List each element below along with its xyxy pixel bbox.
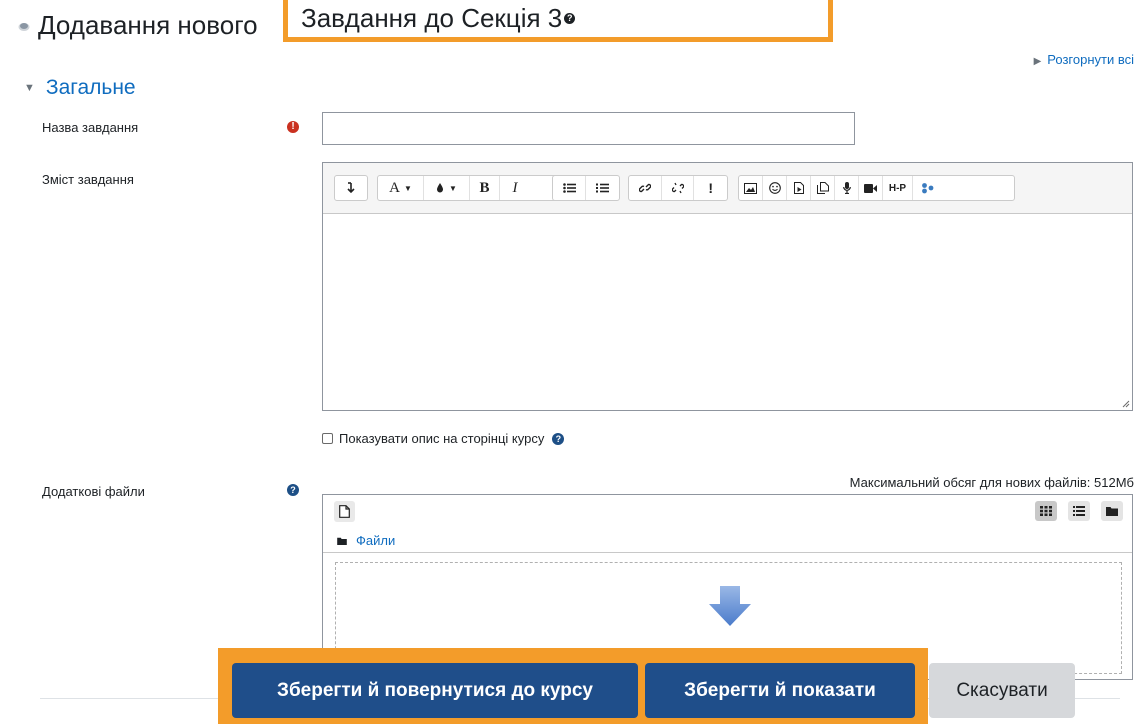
record-video-icon[interactable] <box>859 176 883 200</box>
file-icon <box>339 505 350 518</box>
toolbar-group-media: H-P <box>738 175 1015 201</box>
triangle-right-icon: ▶ <box>1033 56 1042 67</box>
link-icon[interactable] <box>629 176 662 200</box>
image-icon[interactable] <box>739 176 763 200</box>
manage-files-icon[interactable] <box>811 176 835 200</box>
save-and-display-button[interactable]: Зберегти й показати <box>645 663 915 718</box>
page-title: Додавання нового <box>18 10 258 41</box>
list-icon <box>1073 506 1085 516</box>
grid-icon <box>1040 506 1052 516</box>
font-style-icon[interactable]: A ▼ <box>378 176 424 200</box>
file-manager-toolbar: Файли <box>323 495 1132 553</box>
section-heading: Загальне <box>45 76 136 99</box>
page-title-highlight: Завдання до Секція 3 ? <box>283 0 833 42</box>
view-icons-button[interactable] <box>1035 501 1057 521</box>
screenreader-helper-icon[interactable] <box>913 176 943 200</box>
upload-arrow-icon <box>709 586 751 626</box>
toolbar-group-toggle <box>334 175 368 201</box>
name-label: Назва завдання <box>42 120 139 135</box>
emoji-icon[interactable] <box>763 176 787 200</box>
media-icon[interactable] <box>787 176 811 200</box>
folder-icon <box>1106 507 1118 516</box>
assignment-name-input[interactable] <box>322 112 855 145</box>
description-editor[interactable]: A ▼ ▼ B I ! H-P <box>322 162 1133 411</box>
font-color-icon[interactable]: ▼ <box>424 176 470 200</box>
show-description-checkbox[interactable] <box>322 433 333 444</box>
folder-icon <box>337 537 347 545</box>
expand-all-link[interactable]: ▶ Розгорнути всі <box>1034 52 1134 67</box>
assignment-icon <box>18 22 30 31</box>
required-icon: ! <box>287 121 299 133</box>
caret-down-icon: ▼ <box>24 82 35 94</box>
ordered-list-icon[interactable] <box>586 176 619 200</box>
bold-icon[interactable]: B <box>470 176 500 200</box>
unlink-icon[interactable] <box>662 176 695 200</box>
add-file-button[interactable] <box>334 501 355 522</box>
files-label: Додаткові файли <box>42 484 145 499</box>
toolbar-toggle-icon[interactable] <box>335 176 367 200</box>
section-toggle-general[interactable]: ▼ Загальне <box>24 76 136 100</box>
show-description-label: Показувати опис на сторінці курсу <box>339 431 545 446</box>
toolbar-group-format: A ▼ ▼ B I <box>377 175 563 201</box>
unordered-list-icon[interactable] <box>553 176 586 200</box>
view-list-button[interactable] <box>1068 501 1090 521</box>
help-icon[interactable]: ? <box>564 13 576 24</box>
italic-glyph: I <box>512 179 518 196</box>
editor-toolbar: A ▼ ▼ B I ! H-P <box>323 163 1132 214</box>
h5p-icon[interactable]: H-P <box>883 176 913 200</box>
page-title-prefix: Додавання нового <box>38 10 258 40</box>
cancel-button[interactable]: Скасувати <box>929 663 1075 718</box>
view-tree-button[interactable] <box>1101 501 1123 521</box>
content-label: Зміст завдання <box>42 172 134 187</box>
toolbar-group-lists <box>552 175 620 201</box>
resize-handle-icon[interactable] <box>1120 398 1130 408</box>
bold-glyph: B <box>479 179 490 196</box>
help-icon[interactable]: ? <box>287 484 299 496</box>
page-title-highlight-text: Завдання до Секція 3 <box>301 3 563 33</box>
save-and-return-button[interactable]: Зберегти й повернутися до курсу <box>232 663 638 718</box>
font-glyph: A <box>389 179 400 196</box>
record-audio-icon[interactable] <box>835 176 859 200</box>
folder-name: Файли <box>356 533 396 548</box>
help-icon[interactable]: ? <box>552 432 565 445</box>
show-description-row: Показувати опис на сторінці курсу ? <box>322 431 565 446</box>
folder-breadcrumb[interactable]: Файли <box>337 533 395 548</box>
warning-glyph: ! <box>708 180 713 196</box>
toolbar-group-links: ! <box>628 175 728 201</box>
accessibility-checker-icon[interactable]: ! <box>694 176 727 200</box>
expand-all-label: Розгорнути всі <box>1047 52 1134 67</box>
italic-icon[interactable]: I <box>500 176 530 200</box>
h5p-glyph: H-P <box>888 182 907 194</box>
max-file-size: Максимальний обсяг для нових файлів: 512… <box>849 475 1134 490</box>
